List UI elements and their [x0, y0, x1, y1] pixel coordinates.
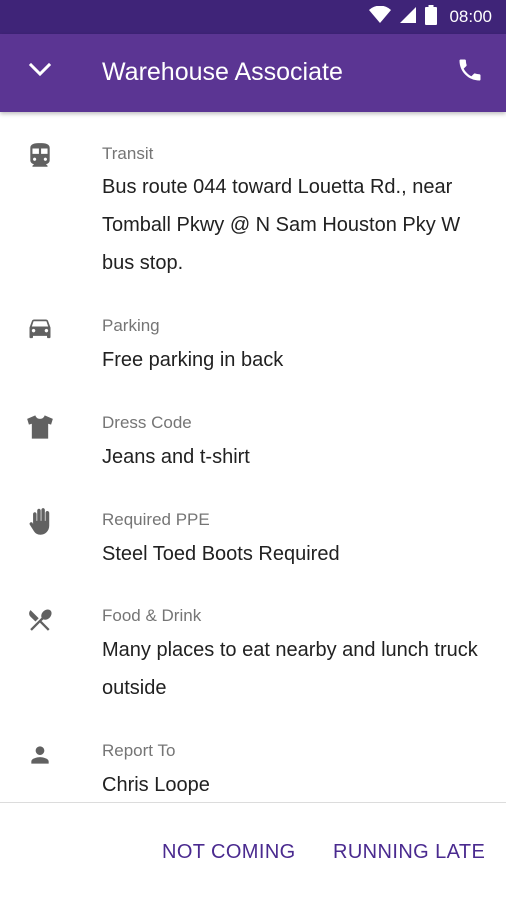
detail-value: Chris Loope: [102, 774, 210, 796]
person-icon: [24, 739, 56, 771]
detail-label: Required PPE: [102, 510, 210, 529]
fork-knife-icon: [24, 604, 56, 636]
battery-icon: [425, 4, 438, 30]
glove-icon: [24, 506, 56, 538]
detail-value: Jeans and t-shirt: [102, 446, 250, 468]
status-bar: 08:00: [0, 0, 506, 34]
cellular-icon: [399, 6, 417, 29]
detail-value: Free parking in back: [102, 349, 284, 371]
detail-label: Food & Drink: [102, 606, 202, 625]
job-details-list: Transit Bus route 044 toward Louetta Rd.…: [0, 112, 506, 802]
not-coming-button[interactable]: NOT COMING: [162, 841, 296, 864]
page-title: Warehouse Associate: [102, 58, 343, 86]
train-icon: [24, 140, 56, 172]
call-button[interactable]: [452, 54, 488, 90]
app-bar: Warehouse Associate: [0, 34, 506, 112]
chevron-down-icon: [28, 62, 52, 83]
detail-label: Parking: [102, 316, 160, 335]
running-late-button[interactable]: RUNNING LATE: [333, 841, 485, 864]
phone-icon: [456, 56, 484, 89]
collapse-button[interactable]: [22, 54, 58, 90]
detail-value: Many places to eat nearby and lunch truc…: [102, 639, 478, 699]
status-time: 08:00: [449, 7, 492, 26]
status-icons: 08:00: [369, 4, 492, 30]
detail-label: Transit: [102, 144, 154, 163]
detail-label: Report To: [102, 741, 176, 760]
detail-value: Steel Toed Boots Required: [102, 543, 340, 565]
detail-value: Bus route 044 toward Louetta Rd., near T…: [102, 176, 461, 274]
shirt-icon: [24, 411, 56, 443]
detail-label: Dress Code: [102, 413, 192, 432]
wifi-icon: [369, 5, 392, 29]
car-icon: [24, 314, 56, 346]
action-bar: NOT COMING RUNNING LATE: [0, 803, 506, 900]
